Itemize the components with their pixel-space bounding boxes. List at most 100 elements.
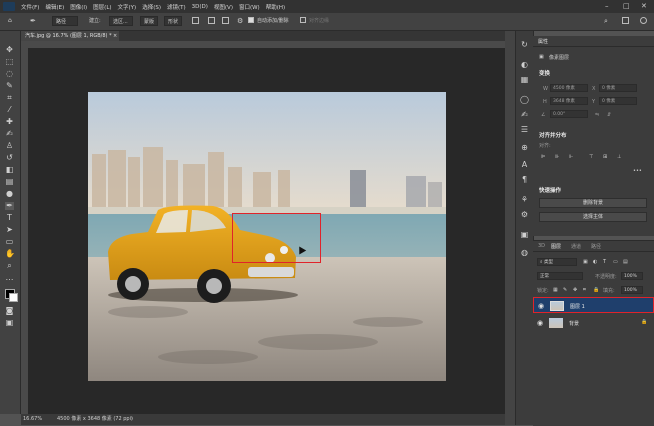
brush-settings-icon[interactable]: ☰ [520, 126, 529, 134]
quick-mask-icon[interactable]: ◙ [5, 307, 14, 315]
navigator-panel-icon[interactable]: ⚘ [520, 196, 529, 204]
workspace-icon[interactable] [622, 17, 629, 24]
quick-actions-header[interactable]: 快速操作 [539, 186, 561, 194]
lock-artboard-icon[interactable]: ⌗ [583, 287, 586, 293]
width-field[interactable]: 4500 像素 [550, 84, 588, 92]
transform-header[interactable]: 变换 [539, 69, 550, 77]
quick-select-tool-icon[interactable]: ✎ [5, 82, 14, 90]
marquee-tool-icon[interactable]: ⬚ [5, 58, 14, 66]
shape-button[interactable]: 形状 [164, 16, 182, 26]
menu-select[interactable]: 选择(S) [142, 3, 161, 11]
layer-name[interactable]: 图层 1 [570, 303, 585, 310]
more-tools-icon[interactable]: … [5, 274, 14, 282]
brush-tool-icon[interactable]: ✍ [5, 130, 14, 138]
lock-all-icon[interactable]: 🔒 [593, 287, 599, 293]
adjustments-panel-icon[interactable]: ◯ [520, 96, 529, 104]
lock-paint-icon[interactable]: ✎ [563, 287, 567, 293]
mask-button[interactable]: 蒙版 [140, 16, 158, 26]
align-more-button[interactable]: ••• [633, 168, 642, 174]
menu-help[interactable]: 帮助(H) [266, 3, 285, 11]
eye-icon[interactable]: ◉ [538, 302, 544, 310]
crop-tool-icon[interactable]: ⌗ [5, 94, 14, 102]
share-icon[interactable] [640, 17, 647, 24]
tab-layers[interactable]: 图层 [551, 243, 561, 250]
search-icon[interactable]: ⌕ [604, 16, 608, 26]
clone-source-icon[interactable]: ⊕ [520, 144, 529, 152]
align-hcenter-icon[interactable]: ⊪ [555, 154, 559, 160]
move-tool-icon[interactable]: ✥ [5, 46, 14, 54]
info-panel-icon[interactable]: ▣ [520, 231, 529, 239]
eraser-tool-icon[interactable]: ◧ [5, 166, 14, 174]
hand-tool-icon[interactable]: ✋ [5, 250, 15, 258]
auto-add-checkbox[interactable] [248, 17, 254, 23]
align-bottom-icon[interactable]: ⊥ [617, 154, 621, 160]
lock-pixels-icon[interactable]: ▦ [553, 287, 558, 293]
history-panel-icon[interactable]: ↻ [520, 41, 529, 49]
menu-file[interactable]: 文件(F) [21, 3, 39, 11]
mode-dropdown[interactable]: 路径 [52, 16, 78, 26]
menu-edit[interactable]: 编辑(E) [45, 3, 64, 11]
menu-3d[interactable]: 3D(D) [192, 4, 208, 10]
close-button[interactable]: ✕ [641, 2, 647, 10]
menu-view[interactable]: 视图(V) [214, 3, 233, 11]
height-field[interactable]: 3648 像素 [550, 97, 588, 105]
layer-row-layer1[interactable]: ◉ 图层 1 [533, 297, 654, 313]
brush-panel-icon[interactable]: ✍ [520, 111, 529, 119]
y-field[interactable]: 0 像素 [599, 97, 637, 105]
home-icon[interactable]: ⌂ [8, 16, 12, 26]
healing-tool-icon[interactable]: ✚ [5, 118, 14, 126]
stamp-tool-icon[interactable]: ♙ [5, 142, 14, 150]
fill-field[interactable]: 100% [621, 286, 643, 294]
x-field[interactable]: 0 像素 [599, 84, 637, 92]
align-vcenter-icon[interactable]: ⊞ [603, 154, 607, 160]
flip-horizontal-icon[interactable]: ⇋ [595, 112, 599, 118]
document-tab[interactable]: 汽车.jpg @ 16.7% (图层 1, RGB/8) * × [21, 31, 119, 41]
minimize-button[interactable]: – [605, 2, 609, 10]
character-panel-icon[interactable]: A [520, 161, 529, 169]
dodge-tool-icon[interactable]: ● [5, 190, 14, 198]
tab-paths[interactable]: 路径 [591, 243, 601, 250]
type-tool-icon[interactable]: T [5, 214, 14, 222]
path-select-tool-icon[interactable]: ➤ [5, 226, 14, 234]
align-edges-checkbox[interactable] [300, 17, 306, 23]
blend-mode-dropdown[interactable]: 正常 [537, 272, 583, 280]
pen-tool-icon[interactable]: ✒ [30, 16, 36, 26]
angle-field[interactable]: 0.00° [550, 110, 588, 118]
eyedropper-tool-icon[interactable]: ⁄ [5, 106, 14, 114]
flip-vertical-icon[interactable]: ⇵ [607, 112, 611, 118]
gear-icon[interactable]: ⚙ [237, 16, 243, 26]
path-arrange-icon[interactable] [222, 17, 229, 24]
lasso-tool-icon[interactable]: ◌ [5, 70, 14, 78]
background-color-swatch[interactable] [9, 293, 18, 302]
filter-type-icon[interactable]: T [603, 259, 606, 265]
layer-name[interactable]: 背景 [569, 320, 579, 327]
glyphs-panel-icon[interactable]: ⚙ [520, 211, 529, 219]
filter-shape-icon[interactable]: ▭ [613, 259, 618, 265]
menu-filter[interactable]: 滤镜(T) [167, 3, 186, 11]
status-menu-icon[interactable]: › [131, 414, 133, 425]
swatches-panel-icon[interactable]: ▦ [520, 76, 529, 84]
libraries-panel-icon[interactable]: ◍ [520, 249, 529, 257]
filter-pixel-icon[interactable]: ▣ [583, 259, 588, 265]
zoom-tool-icon[interactable]: ⌕ [5, 262, 14, 270]
color-panel-icon[interactable]: ◐ [520, 61, 529, 69]
align-top-icon[interactable]: ⊤ [589, 154, 593, 160]
align-header[interactable]: 对齐并分布 [539, 131, 567, 139]
tab-channels[interactable]: 通道 [571, 243, 581, 250]
lock-position-icon[interactable]: ✥ [573, 287, 577, 293]
tab-close-icon[interactable]: × [113, 31, 117, 41]
select-subject-button[interactable]: 选择主体 [539, 212, 647, 222]
selection-button[interactable]: 选区... [109, 16, 133, 26]
filter-smart-icon[interactable]: ▤ [623, 259, 628, 265]
rectangle-tool-icon[interactable]: ▭ [5, 238, 14, 246]
paragraph-panel-icon[interactable]: ¶ [520, 176, 529, 184]
filter-adjust-icon[interactable]: ◐ [593, 259, 597, 265]
kind-filter-dropdown[interactable]: ⌕ 类型 [537, 258, 577, 266]
menu-type[interactable]: 文字(Y) [118, 3, 137, 11]
remove-background-button[interactable]: 删除背景 [539, 198, 647, 208]
menu-window[interactable]: 窗口(W) [239, 3, 260, 11]
tab-properties[interactable]: 属性 [538, 38, 548, 45]
history-brush-icon[interactable]: ↺ [5, 154, 14, 162]
maximize-button[interactable]: □ [623, 2, 630, 10]
tab-3d[interactable]: 3D [538, 243, 545, 249]
